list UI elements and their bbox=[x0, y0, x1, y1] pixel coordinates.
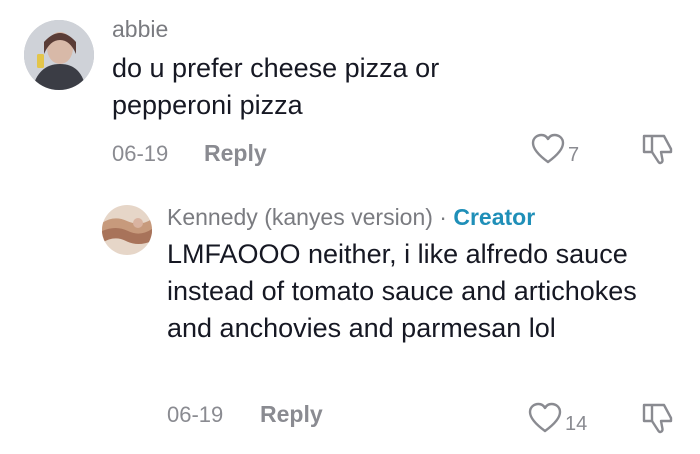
heart-outline-icon bbox=[531, 133, 565, 164]
comment-username[interactable]: Kennedy (kanyes version) · Creator bbox=[167, 204, 535, 231]
comment-text: do u prefer cheese pizza or pepperoni pi… bbox=[112, 53, 440, 120]
comment-date: 06-19 bbox=[167, 402, 224, 427]
reply-button[interactable]: Reply bbox=[260, 401, 323, 428]
avatar-image bbox=[102, 205, 152, 255]
like-button[interactable]: 14 bbox=[528, 402, 587, 434]
reply-button[interactable]: Reply bbox=[204, 140, 267, 167]
comment-top-level: abbie do u prefer cheese pizza or pepper… bbox=[0, 0, 700, 190]
thumbs-down-outline-icon bbox=[642, 134, 673, 165]
avatar-image bbox=[24, 20, 94, 90]
comment-username[interactable]: abbie bbox=[112, 16, 168, 43]
dislike-button[interactable] bbox=[640, 401, 676, 440]
avatar[interactable] bbox=[102, 205, 152, 255]
heart-outline-icon bbox=[528, 402, 562, 433]
comment-reply: Kennedy (kanyes version) · Creator LMFAO… bbox=[0, 190, 700, 454]
like-button[interactable]: 7 bbox=[531, 133, 579, 165]
comment-text: LMFAOOO neither, i like alfredo sauce in… bbox=[167, 239, 637, 343]
like-count: 14 bbox=[565, 413, 588, 435]
comment-author-name[interactable]: Kennedy (kanyes version) bbox=[167, 204, 433, 230]
creator-badge: Creator bbox=[453, 204, 536, 230]
like-count: 7 bbox=[568, 144, 580, 166]
dislike-button[interactable] bbox=[640, 132, 676, 171]
thumbs-down-outline-icon bbox=[642, 403, 673, 434]
comment-date: 06-19 bbox=[112, 141, 169, 166]
avatar[interactable] bbox=[24, 20, 94, 90]
author-separator: · bbox=[432, 204, 454, 230]
